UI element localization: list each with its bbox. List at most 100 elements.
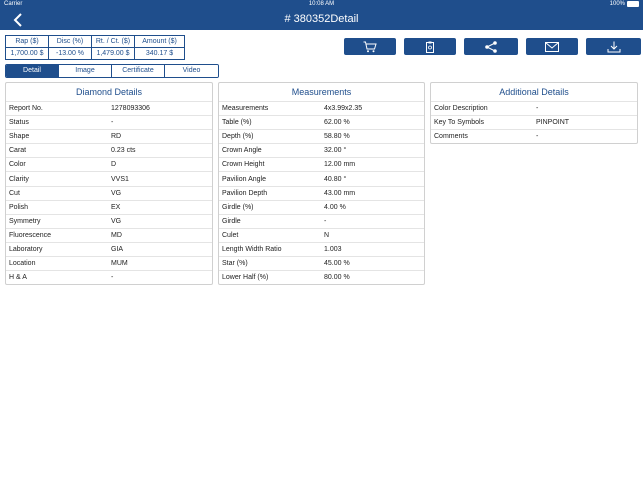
detail-value: - [536,133,539,141]
additional-details-title: Additional Details [499,87,569,97]
detail-label: Depth (%) [222,133,254,141]
detail-value: 32.00 ° [324,147,347,155]
detail-value: 40.80 ° [324,175,347,183]
detail-row: Girdle - [219,213,424,228]
detail-value: 58.80 % [324,133,350,141]
detail-value: RD [111,133,122,141]
price-value-amount: 340.17 $ [134,47,185,60]
detail-label: Polish [9,203,29,211]
tab-detail[interactable]: Detail [6,65,59,77]
detail-value: VVS1 [111,175,129,183]
price-header-amount: Amount ($) [134,35,185,48]
detail-label: Star (%) [222,260,248,268]
detail-row: Laboratory GIA [6,241,212,256]
price-header-disc: Disc (%) [48,35,92,48]
detail-row: Shape RD [6,129,212,143]
price-header-rap: Rap ($) [5,35,49,48]
detail-row: Pavilion Depth 43.00 mm [219,185,424,200]
detail-label: Culet [222,231,239,239]
share-button[interactable] [464,38,518,55]
detail-row: Cut VG [6,185,212,200]
detail-value: 1278093306 [111,105,150,113]
status-time: 10:08 AM [308,1,335,7]
detail-value: 4x3.99x2.35 [324,105,363,113]
detail-row: Clarity VVS1 [6,171,212,185]
detail-row: Crown Angle 32.00 ° [219,143,424,157]
detail-label: Color [9,161,26,169]
detail-row: Color D [6,157,212,171]
detail-row: Girdle (%) 4.00 % [219,199,424,214]
detail-value: - [111,274,114,282]
detail-row: Pavilion Angle 40.80 ° [219,171,424,185]
detail-row: Table (%) 62.00 % [219,115,424,129]
detail-row: Color Description - [431,101,637,115]
detail-row: Depth (%) 58.80 % [219,129,424,143]
tab-video[interactable]: Video [165,65,218,77]
detail-value: 12.00 mm [324,161,356,169]
additional-details-panel: Additional Details Color Description - Key… [430,82,638,145]
download-icon [607,41,620,52]
detail-label: Girdle (%) [222,203,254,211]
battery-percent: 100% [609,1,625,7]
detail-row: H & A- [6,270,212,284]
price-value-disc: -13.00 % [48,47,92,60]
detail-row: Length Width Ratio 1.003 [219,241,424,256]
detail-label: Girdle [222,217,241,225]
detail-value: 0.23 cts [111,147,136,155]
detail-label: Crown Height [222,161,265,169]
detail-value: D [111,161,117,169]
measurements-panel: Measurements Measurements 4x3.99x2.35 Tabl… [218,82,425,286]
detail-value: 43.00 mm [324,189,356,197]
tab-image[interactable]: Image [59,65,112,77]
tab-certificate[interactable]: Certificate [112,65,165,77]
detail-row: Culet N [219,227,424,242]
email-button[interactable] [526,38,578,55]
detail-label: Status [9,119,29,127]
price-value-row: 1,700.00 $ -13.00 % 1,479.00 $ 340.17 $ [5,47,185,60]
clipboard-button[interactable] [404,38,456,55]
detail-tabs: Detail Image Certificate Video [5,64,219,78]
detail-row: Lower Half (%) 80.00 % [219,270,424,284]
detail-row: Location MUM [6,256,212,270]
detail-value: 45.00 % [324,260,350,268]
detail-value: 80.00 % [324,274,350,282]
diamond-details-panel: Diamond Details Report No. 1278093306 Stat… [5,82,213,286]
download-button[interactable] [586,38,641,55]
measurements-title: Measurements [291,87,352,97]
detail-label: Fluorescence [9,231,52,239]
detail-value: MUM [111,260,128,268]
detail-row: Measurements 4x3.99x2.35 [219,101,424,115]
detail-value: VG [111,217,122,225]
page-title: # 380352Detail [284,13,359,25]
detail-label: H & A [9,274,27,282]
detail-row: Star (%) 45.00 % [219,256,424,270]
detail-row: Carat 0.23 cts [6,143,212,157]
detail-label: Report No. [9,105,43,113]
clipboard-icon [426,41,434,53]
battery-indicator: 100% [610,1,639,7]
detail-label: Cut [9,189,20,197]
detail-value: MD [111,231,122,239]
detail-label: Lower Half (%) [222,274,269,282]
detail-value: EX [111,203,121,211]
detail-value: VG [111,189,122,197]
detail-row: Report No. 1278093306 [6,101,212,115]
detail-value: PINPOINT [536,119,570,127]
detail-value: 1.003 [324,245,342,253]
detail-label: Carat [9,147,27,155]
detail-value: N [324,231,330,239]
action-toolbar [344,38,641,55]
detail-label: Pavilion Depth [222,189,268,197]
detail-row: Polish EX [6,199,212,214]
detail-label: Shape [9,133,30,141]
detail-row: Comments - [431,129,637,143]
detail-label: Table (%) [222,119,252,127]
detail-label: Clarity [9,175,29,183]
detail-row: Crown Height 12.00 mm [219,157,424,171]
price-header-row: Rap ($) Disc (%) Rt. / Ct. ($) Amount ($… [5,35,185,48]
detail-value: - [111,119,114,127]
price-value-rap: 1,700.00 $ [5,47,49,60]
mail-icon [545,41,559,52]
detail-label: Laboratory [9,245,43,253]
add-to-cart-button[interactable] [344,38,396,55]
